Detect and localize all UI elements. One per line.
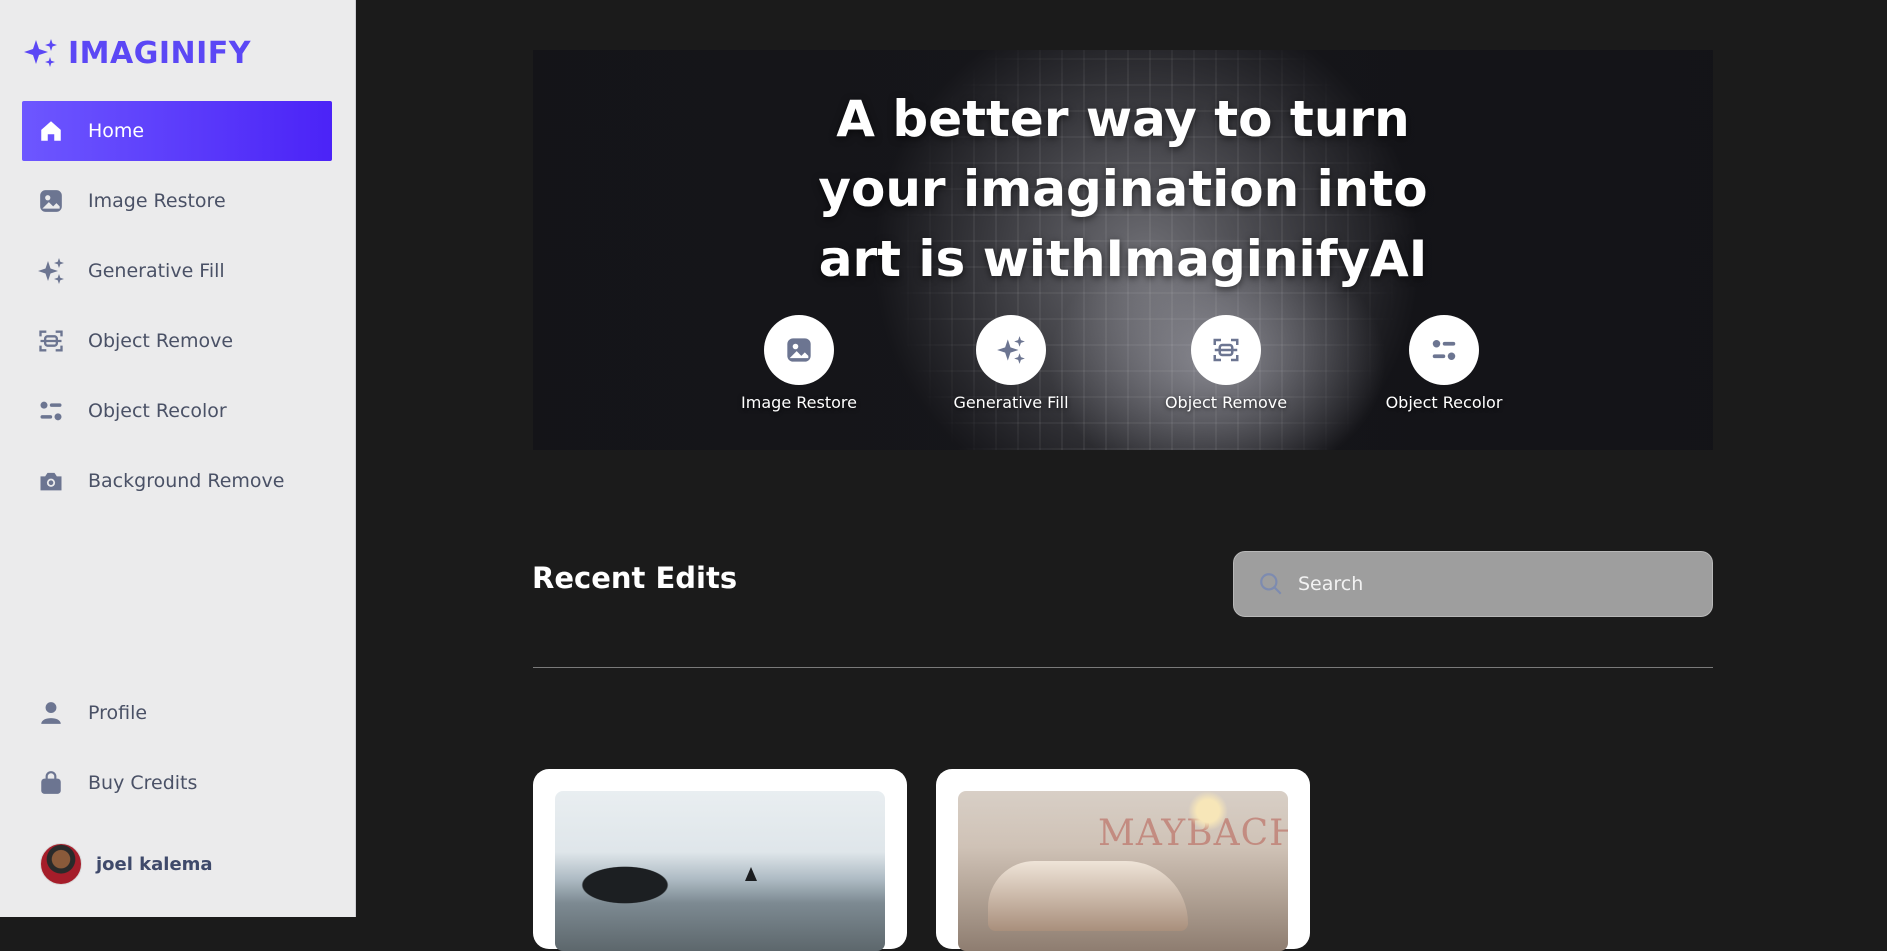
search-box[interactable] xyxy=(1233,551,1713,617)
sidebar-item-object-recolor[interactable]: Object Recolor xyxy=(22,381,332,441)
divider xyxy=(533,667,1713,668)
sidebar-bottom-nav: Profile Buy Credits xyxy=(22,683,332,823)
sidebar-item-label: Object Remove xyxy=(88,330,234,352)
sidebar-item-label: Object Recolor xyxy=(88,400,227,422)
sidebar-item-home[interactable]: Home xyxy=(22,101,332,161)
tool-label: Object Remove xyxy=(1164,393,1288,412)
user-icon xyxy=(36,698,66,728)
camera-icon xyxy=(36,466,66,496)
brand-logo[interactable]: IMAGINIFY xyxy=(22,36,251,71)
hero-title: A better way to turn your imagination in… xyxy=(818,90,1428,288)
search-input[interactable] xyxy=(1296,572,1680,596)
tool-label: Object Recolor xyxy=(1385,393,1503,412)
tool-object-recolor[interactable]: Object Recolor xyxy=(1374,315,1514,412)
sidebar-item-background-remove[interactable]: Background Remove xyxy=(22,451,332,511)
sidebar-item-label: Home xyxy=(88,120,145,142)
brand-name: IMAGINIFY xyxy=(68,36,252,71)
hero-banner: A better way to turn your imagination in… xyxy=(533,50,1713,450)
sidebar-item-object-remove[interactable]: Object Remove xyxy=(22,311,332,371)
tool-object-remove[interactable]: Object Remove xyxy=(1156,315,1296,412)
image-sign-text: MAYBACH xyxy=(1098,813,1288,854)
edit-card[interactable]: MAYBACH xyxy=(936,769,1310,951)
sidebar: IMAGINIFY Home Image Restore Generative … xyxy=(0,0,356,917)
user-name: joel kalema xyxy=(96,853,213,875)
sidebar-item-image-restore[interactable]: Image Restore xyxy=(22,171,332,231)
image-icon xyxy=(764,315,834,385)
stars-icon xyxy=(976,315,1046,385)
tool-label: Generative Fill xyxy=(953,393,1069,412)
bag-icon xyxy=(36,768,66,798)
tool-generative-fill[interactable]: Generative Fill xyxy=(941,315,1081,412)
filter-icon xyxy=(1409,315,1479,385)
sidebar-item-label: Buy Credits xyxy=(88,772,198,794)
avatar[interactable] xyxy=(40,843,82,885)
sidebar-nav: Home Image Restore Generative Fill Objec… xyxy=(22,101,332,521)
home-icon xyxy=(36,116,66,146)
edit-card[interactable] xyxy=(533,769,907,951)
tool-image-restore[interactable]: Image Restore xyxy=(729,315,869,412)
tool-label: Image Restore xyxy=(741,393,857,412)
sidebar-item-generative-fill[interactable]: Generative Fill xyxy=(22,241,332,301)
card-image: MAYBACH xyxy=(958,791,1288,951)
sparkle-logo-icon xyxy=(24,38,57,67)
image-icon xyxy=(36,186,66,216)
sidebar-item-buy-credits[interactable]: Buy Credits xyxy=(22,753,332,813)
filter-icon xyxy=(36,396,66,426)
sidebar-item-label: Background Remove xyxy=(88,470,285,492)
scan-icon xyxy=(36,326,66,356)
search-icon xyxy=(1260,573,1282,595)
scan-icon xyxy=(1191,315,1261,385)
user-profile[interactable]: joel kalema xyxy=(40,843,213,885)
sidebar-item-profile[interactable]: Profile xyxy=(22,683,332,743)
sidebar-item-label: Generative Fill xyxy=(88,260,225,282)
recent-edits-title: Recent Edits xyxy=(532,561,738,595)
sidebar-item-label: Profile xyxy=(88,702,148,724)
sidebar-item-label: Image Restore xyxy=(88,190,226,212)
card-image xyxy=(555,791,885,951)
stars-icon xyxy=(36,256,66,286)
